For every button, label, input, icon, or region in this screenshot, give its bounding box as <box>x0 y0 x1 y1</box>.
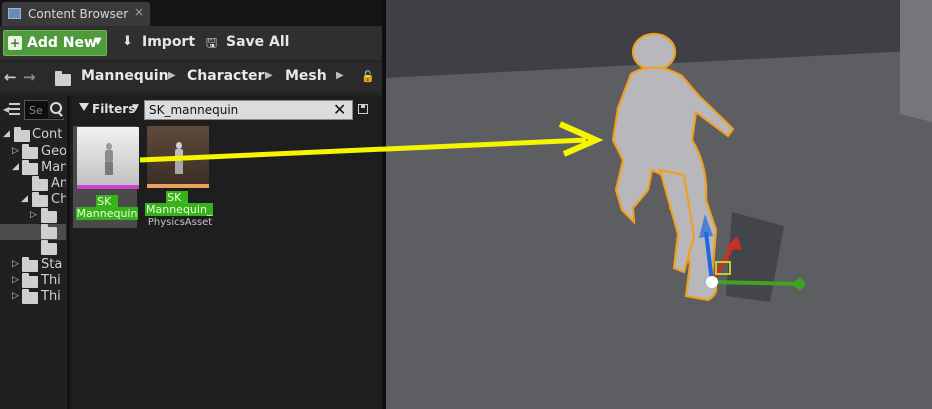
save-search-icon[interactable] <box>358 104 368 114</box>
back-icon[interactable]: ← <box>4 68 17 86</box>
asset-type-bar <box>147 184 209 188</box>
tree-item-starter-content[interactable]: ▷ Sta <box>0 257 66 273</box>
tree-item-label: Thi <box>41 273 61 288</box>
tab-label: Content Browser <box>28 7 129 21</box>
tree-item-textures[interactable] <box>0 240 66 256</box>
folder-icon <box>41 224 57 239</box>
close-icon[interactable]: × <box>134 5 144 19</box>
lock-icon[interactable]: 🔓 <box>361 70 375 83</box>
path-bar: ← → Mannequin ▶ Character ▶ Mesh ▶ 🔓 <box>0 62 382 92</box>
collapse-arrow-icon[interactable]: ▷ <box>12 259 19 269</box>
breadcrumb-character[interactable]: Character <box>187 68 264 84</box>
asset-view: Filters ▼ SK_mannequin ✕ SK_ Mannequin S… <box>70 96 382 409</box>
import-label: Import <box>142 34 196 50</box>
add-new-button[interactable]: + Add New ▼ <box>3 30 107 56</box>
tab-content-browser[interactable]: Content Browser × <box>2 2 150 26</box>
tree-item-animations[interactable]: An <box>0 176 66 192</box>
import-button[interactable]: ⬇ Import <box>122 30 196 56</box>
level-viewport[interactable] <box>386 0 932 409</box>
content-browser-icon <box>8 8 21 19</box>
folder-icon <box>32 176 48 191</box>
tree-item-geometry[interactable]: ▷ Geo <box>0 144 66 160</box>
search-icon[interactable] <box>48 100 64 118</box>
tree-item-third-person[interactable]: ▷ Thi <box>0 273 66 289</box>
import-icon: ⬇ <box>122 34 133 49</box>
folder-icon <box>22 289 38 304</box>
plus-icon: + <box>8 36 22 50</box>
folder-icon <box>14 127 30 142</box>
folder-icon <box>22 160 38 175</box>
tree-item-label: Sta <box>41 257 63 272</box>
filters-label: Filters <box>92 102 136 116</box>
asset-thumbnail[interactable] <box>147 126 209 188</box>
tree-item-label: Ch <box>51 192 66 207</box>
tree-item-label: An <box>51 176 66 191</box>
tree-item-label: Thi <box>41 289 61 304</box>
asset-name: SK_ Mannequin_ <box>145 191 214 216</box>
collapse-arrow-icon[interactable]: ▷ <box>30 210 37 220</box>
clear-icon[interactable]: ✕ <box>333 100 346 119</box>
asset-search-input[interactable]: SK_mannequin ✕ <box>144 100 353 120</box>
breadcrumb-separator-icon[interactable]: ▶ <box>265 70 273 81</box>
folder-search-placeholder: Se <box>29 104 43 117</box>
asset-search-value: SK_mannequin <box>149 103 239 117</box>
tree-item-label: Man <box>41 160 66 175</box>
folder-icon <box>41 240 57 255</box>
collapse-arrow-icon[interactable]: ▷ <box>12 146 19 156</box>
tree-item-label: Geo <box>41 144 66 159</box>
folder-tree: ◀ Se ◢ Cont ▷ Geo ◢ Man An ◢ Ch ▷ ▷ Sta … <box>0 96 66 409</box>
asset-tile-sk-mannequin-physicsasset[interactable]: SK_ Mannequin_ PhysicsAsset <box>145 126 214 228</box>
asset-type-label: PhysicsAsset <box>147 217 213 228</box>
forward-icon[interactable]: → <box>23 68 36 86</box>
save-icon: 🖫 <box>206 36 218 51</box>
tree-item-character[interactable]: ◢ Ch <box>0 192 66 208</box>
content-browser-panel: Content Browser × + Add New ▼ ⬇ Import 🖫… <box>0 0 382 409</box>
breadcrumb-mannequin[interactable]: Mannequin <box>81 68 169 84</box>
asset-tile-sk-mannequin[interactable]: SK_ Mannequin <box>73 126 139 228</box>
asset-name: SK_ Mannequin <box>75 195 139 220</box>
mannequin-thumbnail-figure <box>174 142 184 174</box>
folder-icon <box>22 257 38 272</box>
tree-item-mesh-selected[interactable] <box>0 224 66 240</box>
collapse-arrow-icon[interactable]: ▷ <box>12 291 19 301</box>
expand-arrow-icon[interactable]: ◢ <box>12 162 19 172</box>
chevron-down-icon: ▼ <box>132 103 139 113</box>
viewport-scene[interactable] <box>386 0 932 409</box>
tree-item-label: Cont <box>32 127 63 142</box>
folder-icon[interactable] <box>55 71 71 86</box>
tree-item-mannequin[interactable]: ◢ Man <box>0 160 66 176</box>
toolbar: + Add New ▼ ⬇ Import 🖫 Save All <box>0 26 382 60</box>
breadcrumb-separator-icon[interactable]: ▶ <box>168 70 176 81</box>
folder-icon <box>41 208 57 223</box>
sources-toggle-icon[interactable]: ◀ <box>3 102 20 116</box>
chevron-down-icon: ▼ <box>94 36 102 47</box>
mannequin-thumbnail-figure <box>104 143 114 175</box>
save-all-label: Save All <box>226 34 290 50</box>
folder-icon <box>22 273 38 288</box>
save-all-button[interactable]: 🖫 Save All <box>206 30 290 56</box>
breadcrumb-separator-icon[interactable]: ▶ <box>336 70 344 81</box>
box-mesh <box>900 0 932 122</box>
filter-icon <box>79 103 89 111</box>
breadcrumb-mesh[interactable]: Mesh <box>285 68 327 84</box>
collapse-arrow-icon[interactable]: ▷ <box>12 275 19 285</box>
asset-thumbnail[interactable] <box>77 127 139 189</box>
expand-arrow-icon[interactable]: ◢ <box>3 129 10 139</box>
folder-icon <box>32 192 48 207</box>
tab-bar: Content Browser × <box>0 0 382 26</box>
tree-item-content[interactable]: ◢ Cont <box>0 127 66 143</box>
expand-arrow-icon[interactable]: ◢ <box>21 194 28 204</box>
asset-type-bar <box>77 185 139 189</box>
add-new-label: Add New <box>27 35 97 51</box>
tree-item-subfolder[interactable]: ▷ <box>0 208 66 224</box>
folder-icon <box>22 144 38 159</box>
tree-item-third-person-bp[interactable]: ▷ Thi <box>0 289 66 305</box>
